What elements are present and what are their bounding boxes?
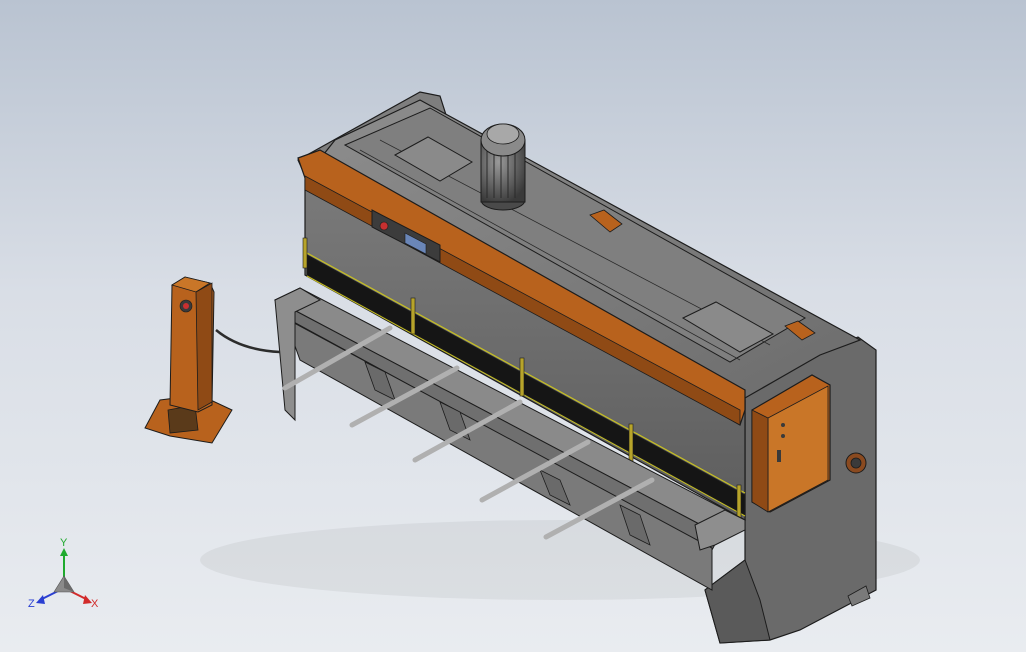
x-axis-label: X bbox=[91, 598, 99, 610]
emergency-stop-icon[interactable] bbox=[183, 303, 189, 309]
shearing-machine-model[interactable] bbox=[0, 0, 1026, 652]
foot-pedal-control[interactable] bbox=[144, 276, 281, 444]
z-axis-label: Z bbox=[28, 598, 35, 610]
motor[interactable] bbox=[480, 123, 526, 211]
y-arrow-icon bbox=[60, 548, 68, 556]
z-arrow-icon bbox=[36, 595, 45, 604]
cad-viewport[interactable]: Y X Z bbox=[0, 0, 1026, 652]
pedal-cable bbox=[215, 329, 281, 354]
y-axis-label: Y bbox=[60, 537, 68, 549]
coordinate-triad: Y X Z bbox=[28, 537, 99, 610]
stop-button[interactable] bbox=[379, 221, 389, 231]
